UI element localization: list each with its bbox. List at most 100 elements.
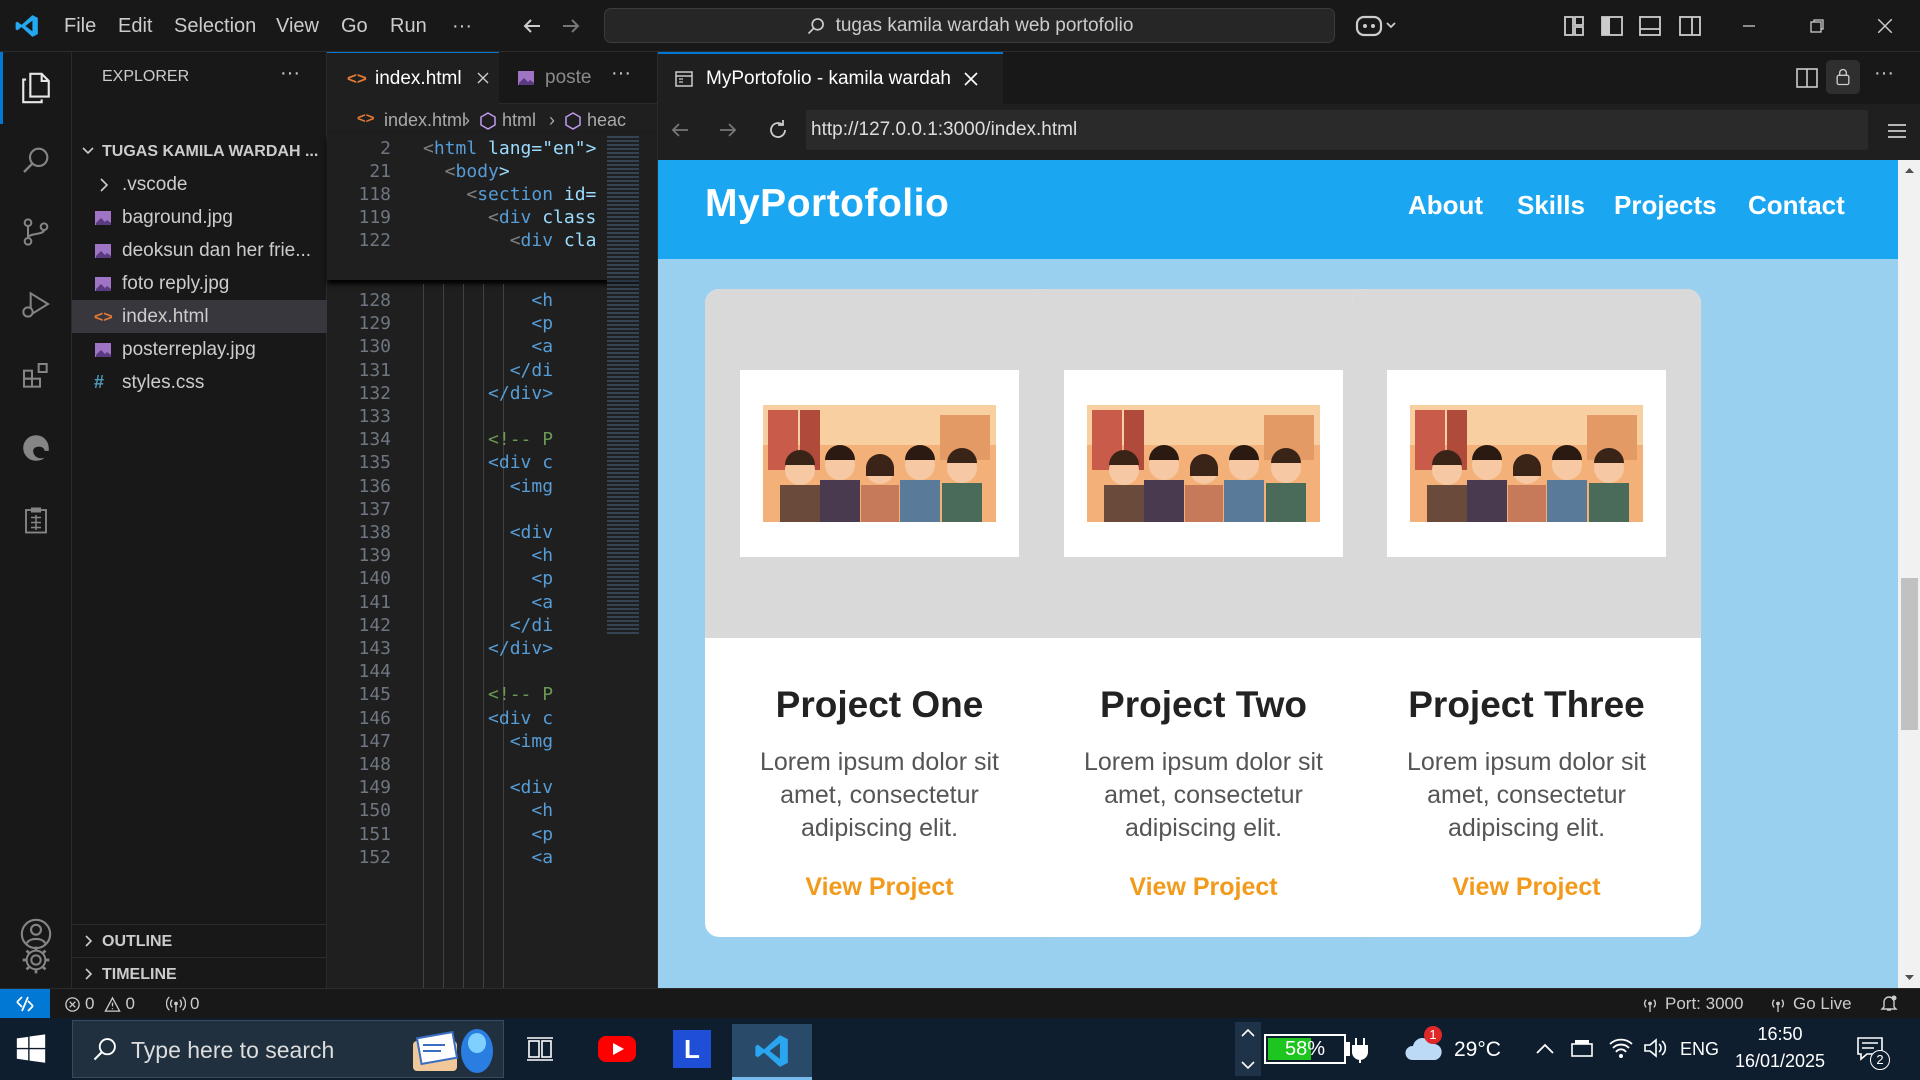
code-line[interactable]: <div bbox=[423, 777, 553, 798]
sticky-code-line[interactable]: <div cla bbox=[423, 230, 597, 251]
network-device-icon[interactable] bbox=[1570, 1038, 1594, 1060]
more-actions-icon[interactable]: ··· bbox=[1874, 62, 1894, 85]
problems-indicator[interactable]: 0 0 bbox=[64, 994, 135, 1014]
windows-start-icon[interactable] bbox=[14, 1032, 48, 1066]
code-line[interactable]: <img bbox=[423, 476, 553, 497]
code-line[interactable]: <div c bbox=[423, 452, 553, 473]
browser-forward-icon[interactable] bbox=[716, 118, 740, 142]
port-indicator[interactable]: Port: 3000 bbox=[1640, 994, 1743, 1014]
explorer-more-button[interactable]: ··· bbox=[280, 62, 300, 85]
close-icon[interactable] bbox=[963, 71, 979, 87]
file-item[interactable]: foto reply.jpg bbox=[72, 267, 327, 300]
tab-posterreplay[interactable]: poste bbox=[499, 52, 603, 104]
remote-indicator-icon[interactable] bbox=[0, 989, 50, 1018]
breadcrumb-head[interactable]: heac bbox=[587, 110, 626, 131]
sticky-code-line[interactable]: <section id= bbox=[423, 184, 596, 205]
code-line[interactable]: <h bbox=[423, 290, 553, 311]
toggle-primary-sidebar-icon[interactable] bbox=[1600, 14, 1624, 38]
code-line[interactable]: <p bbox=[423, 824, 553, 845]
view-project-link[interactable]: View Project bbox=[1352, 873, 1701, 902]
explorer-icon[interactable] bbox=[0, 52, 72, 124]
taskbar-search-box[interactable]: Type here to search bbox=[72, 1020, 504, 1078]
minimize-window-icon[interactable] bbox=[1714, 0, 1784, 52]
menu-run[interactable]: Run bbox=[390, 0, 427, 52]
go-live-button[interactable]: Go Live bbox=[1768, 994, 1852, 1014]
volume-icon[interactable] bbox=[1642, 1036, 1668, 1060]
language-indicator[interactable]: ENG bbox=[1680, 1039, 1719, 1060]
url-input[interactable]: http://127.0.0.1:3000/index.html bbox=[806, 110, 1868, 150]
menu-view[interactable]: View bbox=[276, 0, 319, 52]
code-line[interactable]: <div bbox=[423, 522, 553, 543]
tab-simple-browser[interactable]: MyPortofolio - kamila wardah bbox=[658, 52, 1003, 104]
minimap[interactable] bbox=[607, 134, 639, 634]
code-line[interactable]: <a bbox=[423, 847, 553, 868]
nav-skills[interactable]: Skills bbox=[1517, 190, 1585, 221]
code-line[interactable]: </div> bbox=[423, 383, 553, 404]
project-image[interactable] bbox=[1064, 370, 1343, 557]
sticky-code-line[interactable]: <html lang="en"> bbox=[423, 138, 596, 159]
task-view-icon[interactable] bbox=[500, 1024, 580, 1074]
code-line[interactable]: <!-- P bbox=[423, 684, 553, 705]
breadcrumb-file[interactable]: index.html bbox=[384, 110, 466, 131]
breadcrumb-html[interactable]: html bbox=[502, 110, 536, 131]
source-control-icon[interactable] bbox=[0, 196, 72, 268]
file-item[interactable]: <> index.html bbox=[72, 300, 327, 333]
code-line[interactable]: <p bbox=[423, 568, 553, 589]
weather-temp[interactable]: 29°C bbox=[1454, 1038, 1501, 1062]
copilot-icon[interactable] bbox=[1355, 13, 1397, 39]
notifications-bell-icon[interactable] bbox=[1880, 994, 1898, 1012]
restore-window-icon[interactable] bbox=[1782, 0, 1852, 52]
clock-time[interactable]: 16:50 bbox=[1736, 1024, 1824, 1045]
app-l-icon[interactable]: L bbox=[652, 1024, 732, 1074]
code-line[interactable]: </div> bbox=[423, 638, 553, 659]
menu-selection[interactable]: Selection bbox=[174, 0, 256, 52]
reload-icon[interactable] bbox=[766, 118, 790, 142]
edge-devtools-icon[interactable] bbox=[0, 412, 72, 484]
vscode-taskbar-icon[interactable] bbox=[732, 1024, 812, 1080]
menu-go[interactable]: Go bbox=[341, 0, 368, 52]
run-debug-icon[interactable] bbox=[0, 268, 72, 340]
clock-date[interactable]: 16/01/2025 bbox=[1728, 1051, 1832, 1072]
customize-layout-icon[interactable] bbox=[1562, 14, 1586, 38]
scroll-up-icon[interactable] bbox=[1904, 166, 1915, 174]
nav-contact[interactable]: Contact bbox=[1748, 190, 1845, 221]
lock-icon[interactable] bbox=[1826, 60, 1860, 94]
editor-more-button[interactable]: ··· bbox=[611, 62, 631, 85]
project-image[interactable] bbox=[740, 370, 1019, 557]
code-line[interactable]: <img bbox=[423, 731, 553, 752]
code-line[interactable]: <p bbox=[423, 313, 553, 334]
sticky-code-line[interactable]: <body> bbox=[423, 161, 510, 182]
site-logo[interactable]: MyPortofolio bbox=[705, 182, 949, 226]
close-icon[interactable] bbox=[475, 53, 491, 104]
taskbar-scroll[interactable] bbox=[1235, 1022, 1261, 1076]
extensions-icon[interactable] bbox=[0, 340, 72, 412]
split-editor-icon[interactable] bbox=[1795, 66, 1819, 90]
file-item[interactable]: baground.jpg bbox=[72, 201, 327, 234]
menu-file[interactable]: File bbox=[64, 0, 96, 52]
workspace-folder-header[interactable]: TUGAS KAMILA WARDAH ... bbox=[72, 135, 327, 168]
toggle-panel-icon[interactable] bbox=[1638, 14, 1662, 38]
nav-projects[interactable]: Projects bbox=[1614, 190, 1717, 221]
code-line[interactable]: <div c bbox=[423, 708, 553, 729]
command-center[interactable]: tugas kamila wardah web portofolio bbox=[604, 8, 1335, 43]
page-scrollbar[interactable] bbox=[1898, 160, 1920, 988]
file-item[interactable]: deoksun dan her frie... bbox=[72, 234, 327, 267]
search-icon[interactable] bbox=[0, 124, 72, 196]
code-line[interactable]: <!-- P bbox=[423, 429, 553, 450]
file-item[interactable]: .vscode bbox=[72, 168, 327, 201]
outline-section[interactable]: OUTLINE bbox=[72, 924, 327, 957]
remote-explorer-icon[interactable] bbox=[0, 484, 72, 556]
chevron-up-icon[interactable] bbox=[1534, 1038, 1556, 1060]
hamburger-menu-icon[interactable] bbox=[1886, 120, 1908, 142]
view-project-link[interactable]: View Project bbox=[1029, 873, 1378, 902]
browser-back-icon[interactable] bbox=[668, 118, 692, 142]
editor-scrollbar[interactable] bbox=[639, 134, 657, 988]
timeline-section[interactable]: TIMELINE bbox=[72, 957, 327, 990]
code-line[interactable]: <a bbox=[423, 336, 553, 357]
menu-more[interactable]: ··· bbox=[452, 0, 472, 52]
menu-edit[interactable]: Edit bbox=[118, 0, 152, 52]
tab-index-html[interactable]: <> index.html bbox=[327, 52, 499, 104]
scroll-down-icon[interactable] bbox=[1904, 974, 1915, 982]
ports-indicator[interactable]: 0 bbox=[166, 994, 199, 1014]
settings-gear-icon[interactable] bbox=[0, 932, 72, 988]
